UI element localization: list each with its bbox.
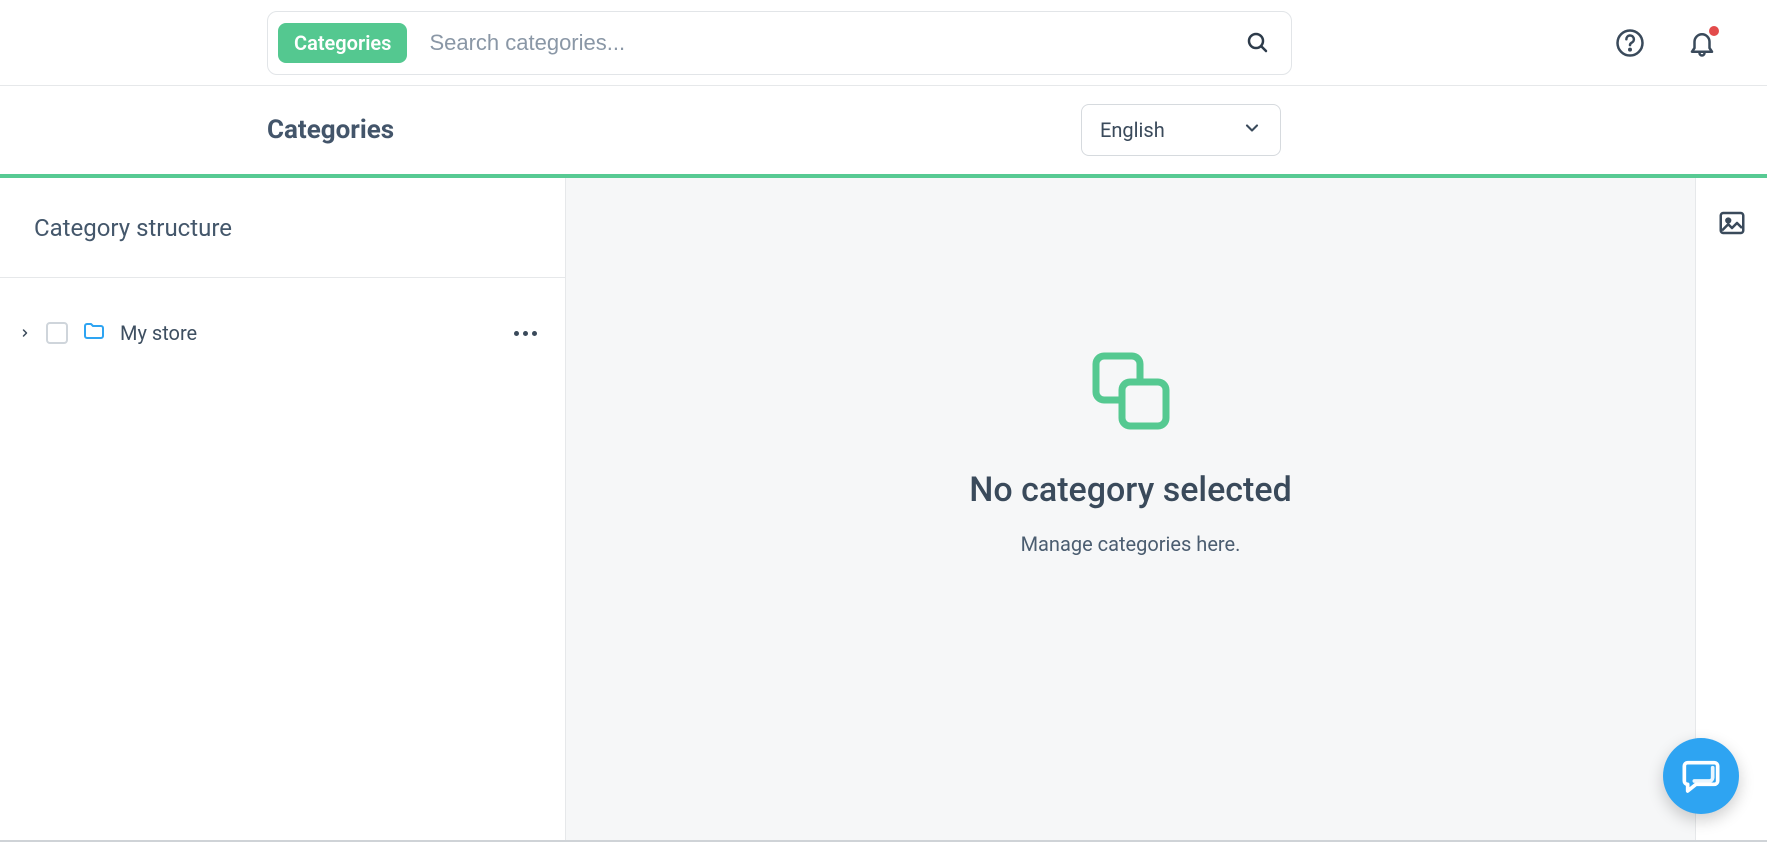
chat-button[interactable] xyxy=(1663,738,1739,814)
language-select[interactable]: English xyxy=(1081,104,1281,156)
search-bar[interactable]: Categories xyxy=(267,11,1292,75)
image-panel-button[interactable] xyxy=(1717,208,1747,242)
empty-state-icon xyxy=(1086,346,1176,440)
category-tree-panel: Category structure My store xyxy=(0,178,566,842)
category-tree-heading: Category structure xyxy=(0,178,565,278)
tree-item-more-button[interactable] xyxy=(514,331,541,336)
folder-icon xyxy=(82,319,106,347)
notification-dot-icon xyxy=(1709,26,1719,36)
tree-row[interactable]: My store xyxy=(18,316,541,350)
expand-caret-icon[interactable] xyxy=(18,327,32,339)
main: Category structure My store xyxy=(0,178,1767,842)
topbar-actions xyxy=(1615,28,1717,58)
topbar: Categories xyxy=(0,0,1767,86)
empty-state-title: No category selected xyxy=(969,470,1292,510)
empty-state-subtitle: Manage categories here. xyxy=(1021,532,1241,556)
chevron-down-icon xyxy=(1242,118,1262,143)
page-title: Categories xyxy=(267,115,1081,145)
language-select-value: English xyxy=(1100,118,1165,142)
search-input[interactable] xyxy=(429,30,1245,56)
tree-item-label: My store xyxy=(120,321,197,345)
search-scope-tag[interactable]: Categories xyxy=(278,23,407,63)
category-tree: My store xyxy=(0,278,565,350)
help-button[interactable] xyxy=(1615,28,1645,58)
page-header: Categories English xyxy=(0,86,1767,178)
tree-checkbox[interactable] xyxy=(46,322,68,344)
search-icon[interactable] xyxy=(1245,30,1271,56)
notifications-button[interactable] xyxy=(1687,28,1717,58)
content-area: No category selected Manage categories h… xyxy=(566,178,1695,842)
